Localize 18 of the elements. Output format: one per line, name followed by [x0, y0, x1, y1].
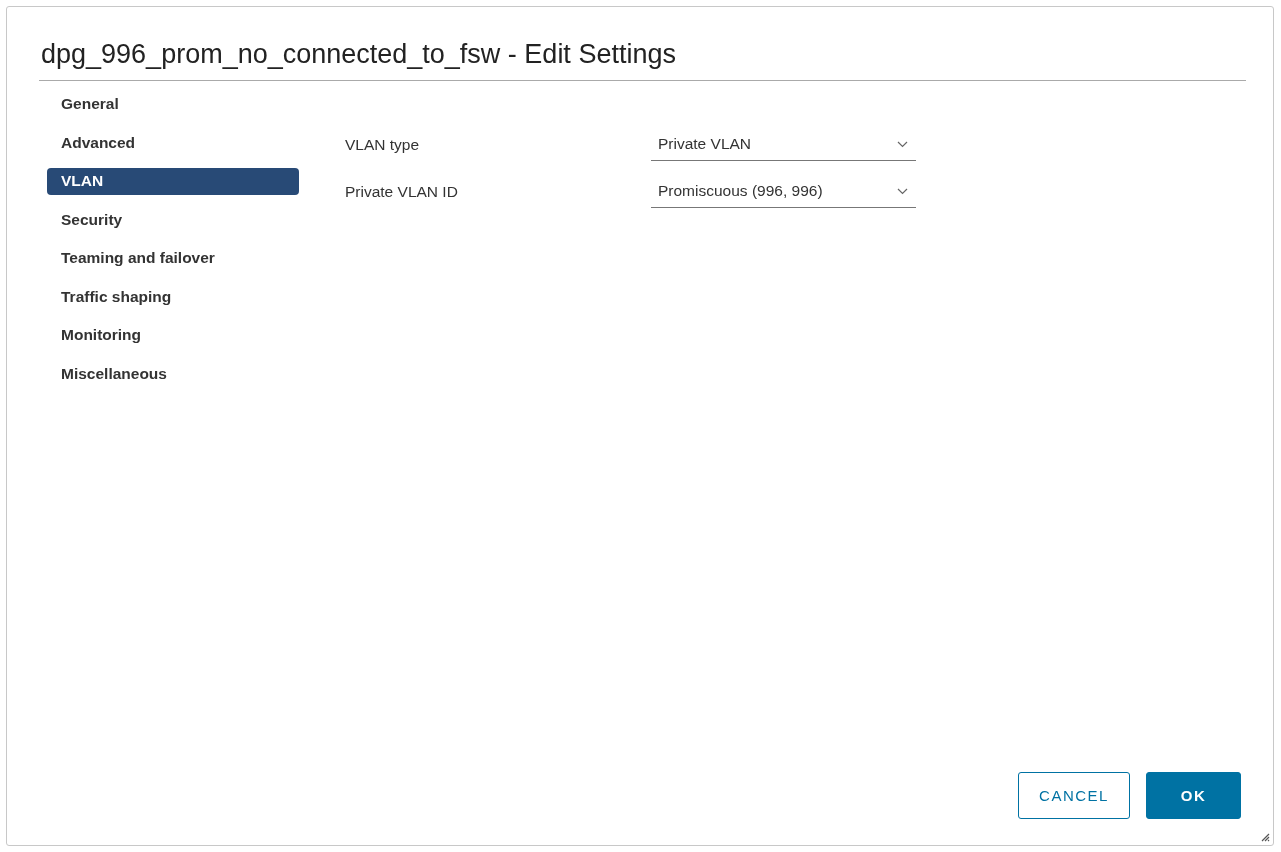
sidebar-item[interactable]: Security — [47, 206, 299, 233]
sidebar-item[interactable]: VLAN — [47, 168, 299, 195]
sidebar-item[interactable]: Monitoring — [47, 322, 299, 349]
field-label: Private VLAN ID — [345, 183, 459, 202]
resize-handle-icon[interactable] — [1261, 833, 1270, 842]
dropdown[interactable]: Private VLAN — [651, 129, 916, 161]
dropdown[interactable]: Promiscuous (996, 996) — [651, 176, 916, 208]
sidebar-item[interactable]: Traffic shaping — [47, 283, 299, 310]
sidebar-item[interactable]: Advanced — [47, 129, 299, 156]
ok-button[interactable]: OK — [1146, 772, 1241, 819]
chevron-down-icon — [897, 140, 908, 148]
chevron-down-icon — [897, 187, 908, 195]
dialog-title: dpg_996_prom_no_connected_to_fsw - Edit Settings — [39, 39, 1246, 81]
sidebar-item[interactable]: General — [47, 91, 299, 118]
field-label: VLAN type — [345, 136, 421, 155]
cancel-button[interactable]: CANCEL — [1018, 772, 1130, 819]
sidebar-item[interactable]: Teaming and failover — [47, 245, 299, 272]
sidebar-item[interactable]: Miscellaneous — [47, 360, 299, 387]
